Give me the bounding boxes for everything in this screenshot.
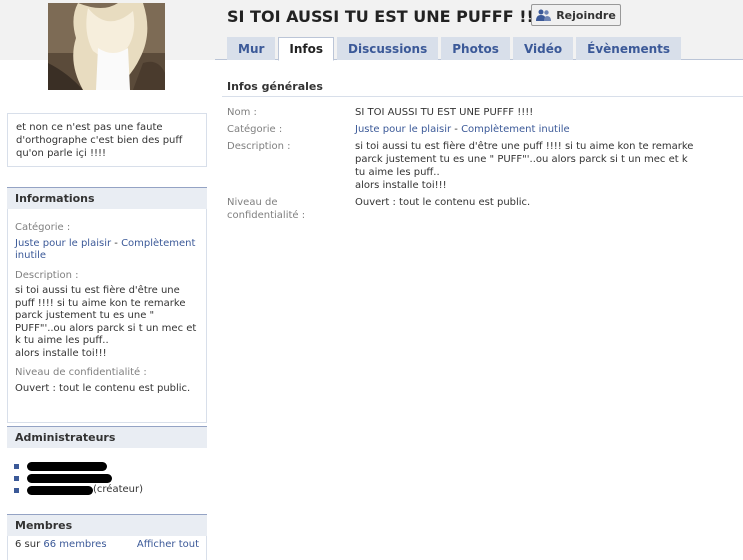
group-title: SI TOI AUSSI TU EST UNE PUFFF !!!! <box>227 7 549 26</box>
admins-panel: (créateur) <box>7 448 207 504</box>
category-separator: - <box>451 124 462 135</box>
admin-item <box>14 472 200 484</box>
category-value: Juste pour le plaisir - Complètement inu… <box>15 238 199 263</box>
join-button-label: Rejoindre <box>556 8 616 22</box>
members-count-prefix: 6 sur <box>15 539 44 550</box>
group-profile-picture[interactable] <box>48 3 165 90</box>
admin-item <box>14 460 200 472</box>
show-all-members-link[interactable]: Afficher tout <box>137 539 199 552</box>
admin-list: (créateur) <box>14 460 200 496</box>
group-short-description: et non ce n'est pas une faute d'orthogra… <box>7 113 207 167</box>
category-label: Catégorie : <box>15 222 71 233</box>
category-link-1[interactable]: Juste pour le plaisir <box>15 238 111 249</box>
info-row-category: Catégorie : Juste pour le plaisir - Comp… <box>227 123 737 136</box>
privacy-label: Niveau de confidentialité : <box>15 367 147 378</box>
bullet-icon <box>14 463 19 469</box>
description-value: si toi aussi tu est fière d'être une puf… <box>355 140 695 192</box>
people-icon <box>536 9 552 21</box>
section-divider <box>222 96 743 97</box>
admin-item: (créateur) <box>14 484 200 496</box>
section-title: Infos générales <box>227 80 323 93</box>
profile-photo-image <box>48 3 165 90</box>
tab-bar: Mur Infos Discussions Photos Vidéo Évène… <box>227 37 682 61</box>
informations-panel: Catégorie : Juste pour le plaisir - Comp… <box>7 209 207 423</box>
bullet-icon <box>14 487 19 493</box>
description-text-2: alors installe toi!!! <box>15 347 107 359</box>
description-text: si toi aussi tu est fière d'être une puf… <box>355 141 694 178</box>
privacy-value: Ouvert : tout le contenu est public. <box>15 382 191 394</box>
category-link-1[interactable]: Juste pour le plaisir <box>355 124 451 135</box>
name-label: Nom : <box>227 107 257 118</box>
tab-evenements[interactable]: Évènements <box>576 37 682 60</box>
info-row-privacy: Niveau de confidentialité : Ouvert : tou… <box>227 196 737 222</box>
category-value: Juste pour le plaisir - Complètement inu… <box>355 123 695 136</box>
info-row-name: Nom : SI TOI AUSSI TU EST UNE PUFFF !!!! <box>227 106 737 119</box>
admins-heading: Administrateurs <box>7 426 207 448</box>
members-heading: Membres <box>7 514 207 536</box>
members-count-link[interactable]: 66 membres <box>43 539 106 550</box>
tab-discussions[interactable]: Discussions <box>337 37 439 60</box>
description-label: Description : <box>15 269 79 281</box>
info-row-description: Description : si toi aussi tu est fière … <box>227 140 737 192</box>
description-text-2: alors installe toi!!! <box>355 180 447 191</box>
redacted-admin-name[interactable] <box>27 485 93 495</box>
redacted-admin-name[interactable] <box>27 473 112 483</box>
bullet-icon <box>14 475 19 481</box>
category-label: Catégorie : <box>227 124 283 135</box>
members-row: 6 sur 66 membres Afficher tout <box>15 539 199 552</box>
privacy-value: Ouvert : tout le contenu est public. <box>355 197 531 208</box>
members-panel: 6 sur 66 membres Afficher tout <box>7 536 207 560</box>
join-button[interactable]: Rejoindre <box>531 4 621 26</box>
creator-suffix: (créateur) <box>93 483 143 495</box>
description-label: Description : <box>227 141 291 152</box>
tab-infos[interactable]: Infos <box>278 37 335 61</box>
privacy-label: Niveau de confidentialité : <box>227 197 306 221</box>
tab-photos[interactable]: Photos <box>441 37 510 60</box>
members-count: 6 sur 66 membres <box>15 539 107 552</box>
tab-video[interactable]: Vidéo <box>512 37 574 60</box>
tab-mur[interactable]: Mur <box>227 37 276 60</box>
category-link-2[interactable]: Complètement inutile <box>461 124 570 135</box>
name-value: SI TOI AUSSI TU EST UNE PUFFF !!!! <box>355 107 534 118</box>
description-text: si toi aussi tu est fière d'être une puf… <box>15 285 197 346</box>
category-separator: - <box>111 237 122 249</box>
informations-heading: Informations <box>7 187 207 209</box>
redacted-admin-name[interactable] <box>27 461 107 471</box>
